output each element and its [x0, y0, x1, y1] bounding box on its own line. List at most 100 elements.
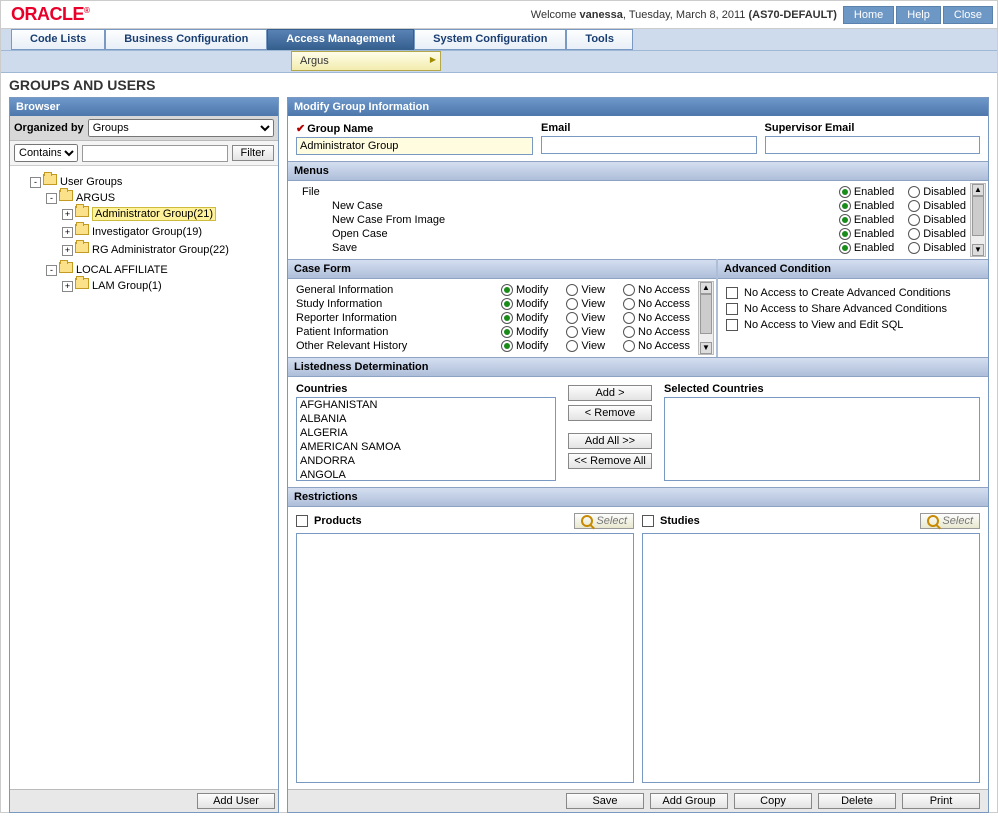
tree-user-groups[interactable]: User Groups — [60, 176, 122, 188]
folder-icon — [75, 206, 89, 217]
country-item[interactable]: ANGOLA — [297, 468, 555, 481]
cf-general-view[interactable] — [566, 284, 578, 296]
expand-icon[interactable]: - — [30, 177, 41, 188]
tab-business-config[interactable]: Business Configuration — [105, 29, 267, 50]
add-group-button[interactable]: Add Group — [650, 793, 728, 809]
expand-icon[interactable]: + — [62, 227, 73, 238]
cf-other-view[interactable] — [566, 340, 578, 352]
country-item[interactable]: ALGERIA — [297, 426, 555, 440]
tree-local-affiliate[interactable]: LOCAL AFFILIATE — [76, 264, 168, 276]
expand-icon[interactable]: + — [62, 281, 73, 292]
cf-patient-view[interactable] — [566, 326, 578, 338]
tab-access-mgmt[interactable]: Access Management — [267, 29, 414, 50]
adv-no-sql[interactable] — [726, 319, 738, 331]
tab-system-config[interactable]: System Configuration — [414, 29, 566, 50]
cf-study-noaccess[interactable] — [623, 298, 635, 310]
menu-opencase-enabled[interactable] — [839, 228, 851, 240]
country-item[interactable]: AMERICAN SAMOA — [297, 440, 555, 454]
help-button[interactable]: Help — [896, 6, 941, 24]
folder-icon — [43, 174, 57, 185]
products-select-button[interactable]: Select — [574, 513, 634, 529]
browser-title: Browser — [10, 98, 278, 116]
cf-patient-modify[interactable] — [501, 326, 513, 338]
cf-other-modify[interactable] — [501, 340, 513, 352]
country-item[interactable]: ALBANIA — [297, 412, 555, 426]
tree-rg-admin-group[interactable]: RG Administrator Group(22) — [92, 244, 229, 256]
group-tree: -User Groups -ARGUS +Administrator Group… — [10, 166, 278, 789]
cf-general-noaccess[interactable] — [623, 284, 635, 296]
tab-code-lists[interactable]: Code Lists — [11, 29, 105, 50]
add-button[interactable]: Add > — [568, 385, 652, 401]
studies-select-button[interactable]: Select — [920, 513, 980, 529]
adv-no-share[interactable] — [726, 303, 738, 315]
group-name-input[interactable] — [296, 137, 533, 155]
expand-icon[interactable]: - — [46, 193, 57, 204]
menu-file-disabled[interactable] — [908, 186, 920, 198]
filter-button[interactable]: Filter — [232, 145, 274, 161]
tab-tools[interactable]: Tools — [566, 29, 633, 50]
home-button[interactable]: Home — [843, 6, 894, 24]
welcome-text: Welcome vanessa, Tuesday, March 8, 2011 … — [531, 9, 837, 21]
organized-by-label: Organized by — [14, 122, 84, 134]
supervisor-email-input[interactable] — [765, 136, 980, 154]
add-all-button[interactable]: Add All >> — [568, 433, 652, 449]
selected-countries-listbox[interactable] — [664, 397, 980, 481]
studies-label: Studies — [660, 515, 700, 527]
footer-buttons: Save Add Group Copy Delete Print — [288, 789, 988, 812]
expand-icon[interactable]: + — [62, 245, 73, 256]
menu-file-enabled[interactable] — [839, 186, 851, 198]
email-label: Email — [541, 122, 756, 134]
products-checkbox[interactable] — [296, 515, 308, 527]
print-button[interactable]: Print — [902, 793, 980, 809]
cf-general: General Information — [296, 284, 501, 296]
filter-input[interactable] — [82, 145, 228, 162]
menu-newcase-enabled[interactable] — [839, 200, 851, 212]
cf-reporter-view[interactable] — [566, 312, 578, 324]
selected-countries-label: Selected Countries — [664, 383, 980, 395]
caseform-scrollbar[interactable]: ▲▼ — [698, 281, 714, 355]
cf-reporter-modify[interactable] — [501, 312, 513, 324]
countries-listbox[interactable]: AFGHANISTAN ALBANIA ALGERIA AMERICAN SAM… — [296, 397, 556, 481]
adv-no-create[interactable] — [726, 287, 738, 299]
remove-all-button[interactable]: << Remove All — [568, 453, 652, 469]
cf-study-view[interactable] — [566, 298, 578, 310]
studies-checkbox[interactable] — [642, 515, 654, 527]
country-item[interactable]: AFGHANISTAN — [297, 398, 555, 412]
menu-newcase-disabled[interactable] — [908, 200, 920, 212]
expand-icon[interactable]: - — [46, 265, 57, 276]
menu-save-disabled[interactable] — [908, 242, 920, 254]
add-user-button[interactable]: Add User — [197, 793, 275, 809]
tree-lam-group[interactable]: LAM Group(1) — [92, 280, 162, 292]
cf-general-modify[interactable] — [501, 284, 513, 296]
products-label: Products — [314, 515, 362, 527]
close-button[interactable]: Close — [943, 6, 993, 24]
cf-other-noaccess[interactable] — [623, 340, 635, 352]
tree-admin-group[interactable]: Administrator Group(21) — [92, 207, 216, 221]
oracle-logo: ORACLE® — [5, 4, 89, 25]
menu-newcaseimg-enabled[interactable] — [839, 214, 851, 226]
organized-by-select[interactable]: Groups — [88, 119, 274, 137]
tree-investigator-group[interactable]: Investigator Group(19) — [92, 226, 202, 238]
folder-icon — [59, 262, 73, 273]
menus-scrollbar[interactable]: ▲▼ — [970, 183, 986, 257]
search-icon — [927, 515, 939, 527]
submenu-argus[interactable]: Argus — [291, 51, 441, 71]
expand-icon[interactable]: + — [62, 209, 73, 220]
menu-save-enabled[interactable] — [839, 242, 851, 254]
match-mode-select[interactable]: Contains — [14, 144, 78, 162]
tree-argus[interactable]: ARGUS — [76, 192, 115, 204]
modify-title: Modify Group Information — [288, 98, 988, 116]
cf-patient-noaccess[interactable] — [623, 326, 635, 338]
menu-newcaseimg-disabled[interactable] — [908, 214, 920, 226]
remove-button[interactable]: < Remove — [568, 405, 652, 421]
menu-opencase-disabled[interactable] — [908, 228, 920, 240]
cf-study-modify[interactable] — [501, 298, 513, 310]
country-item[interactable]: ANDORRA — [297, 454, 555, 468]
countries-label: Countries — [296, 383, 556, 395]
copy-button[interactable]: Copy — [734, 793, 812, 809]
menu-file: File — [302, 186, 839, 198]
save-button[interactable]: Save — [566, 793, 644, 809]
cf-reporter-noaccess[interactable] — [623, 312, 635, 324]
delete-button[interactable]: Delete — [818, 793, 896, 809]
email-input[interactable] — [541, 136, 756, 154]
